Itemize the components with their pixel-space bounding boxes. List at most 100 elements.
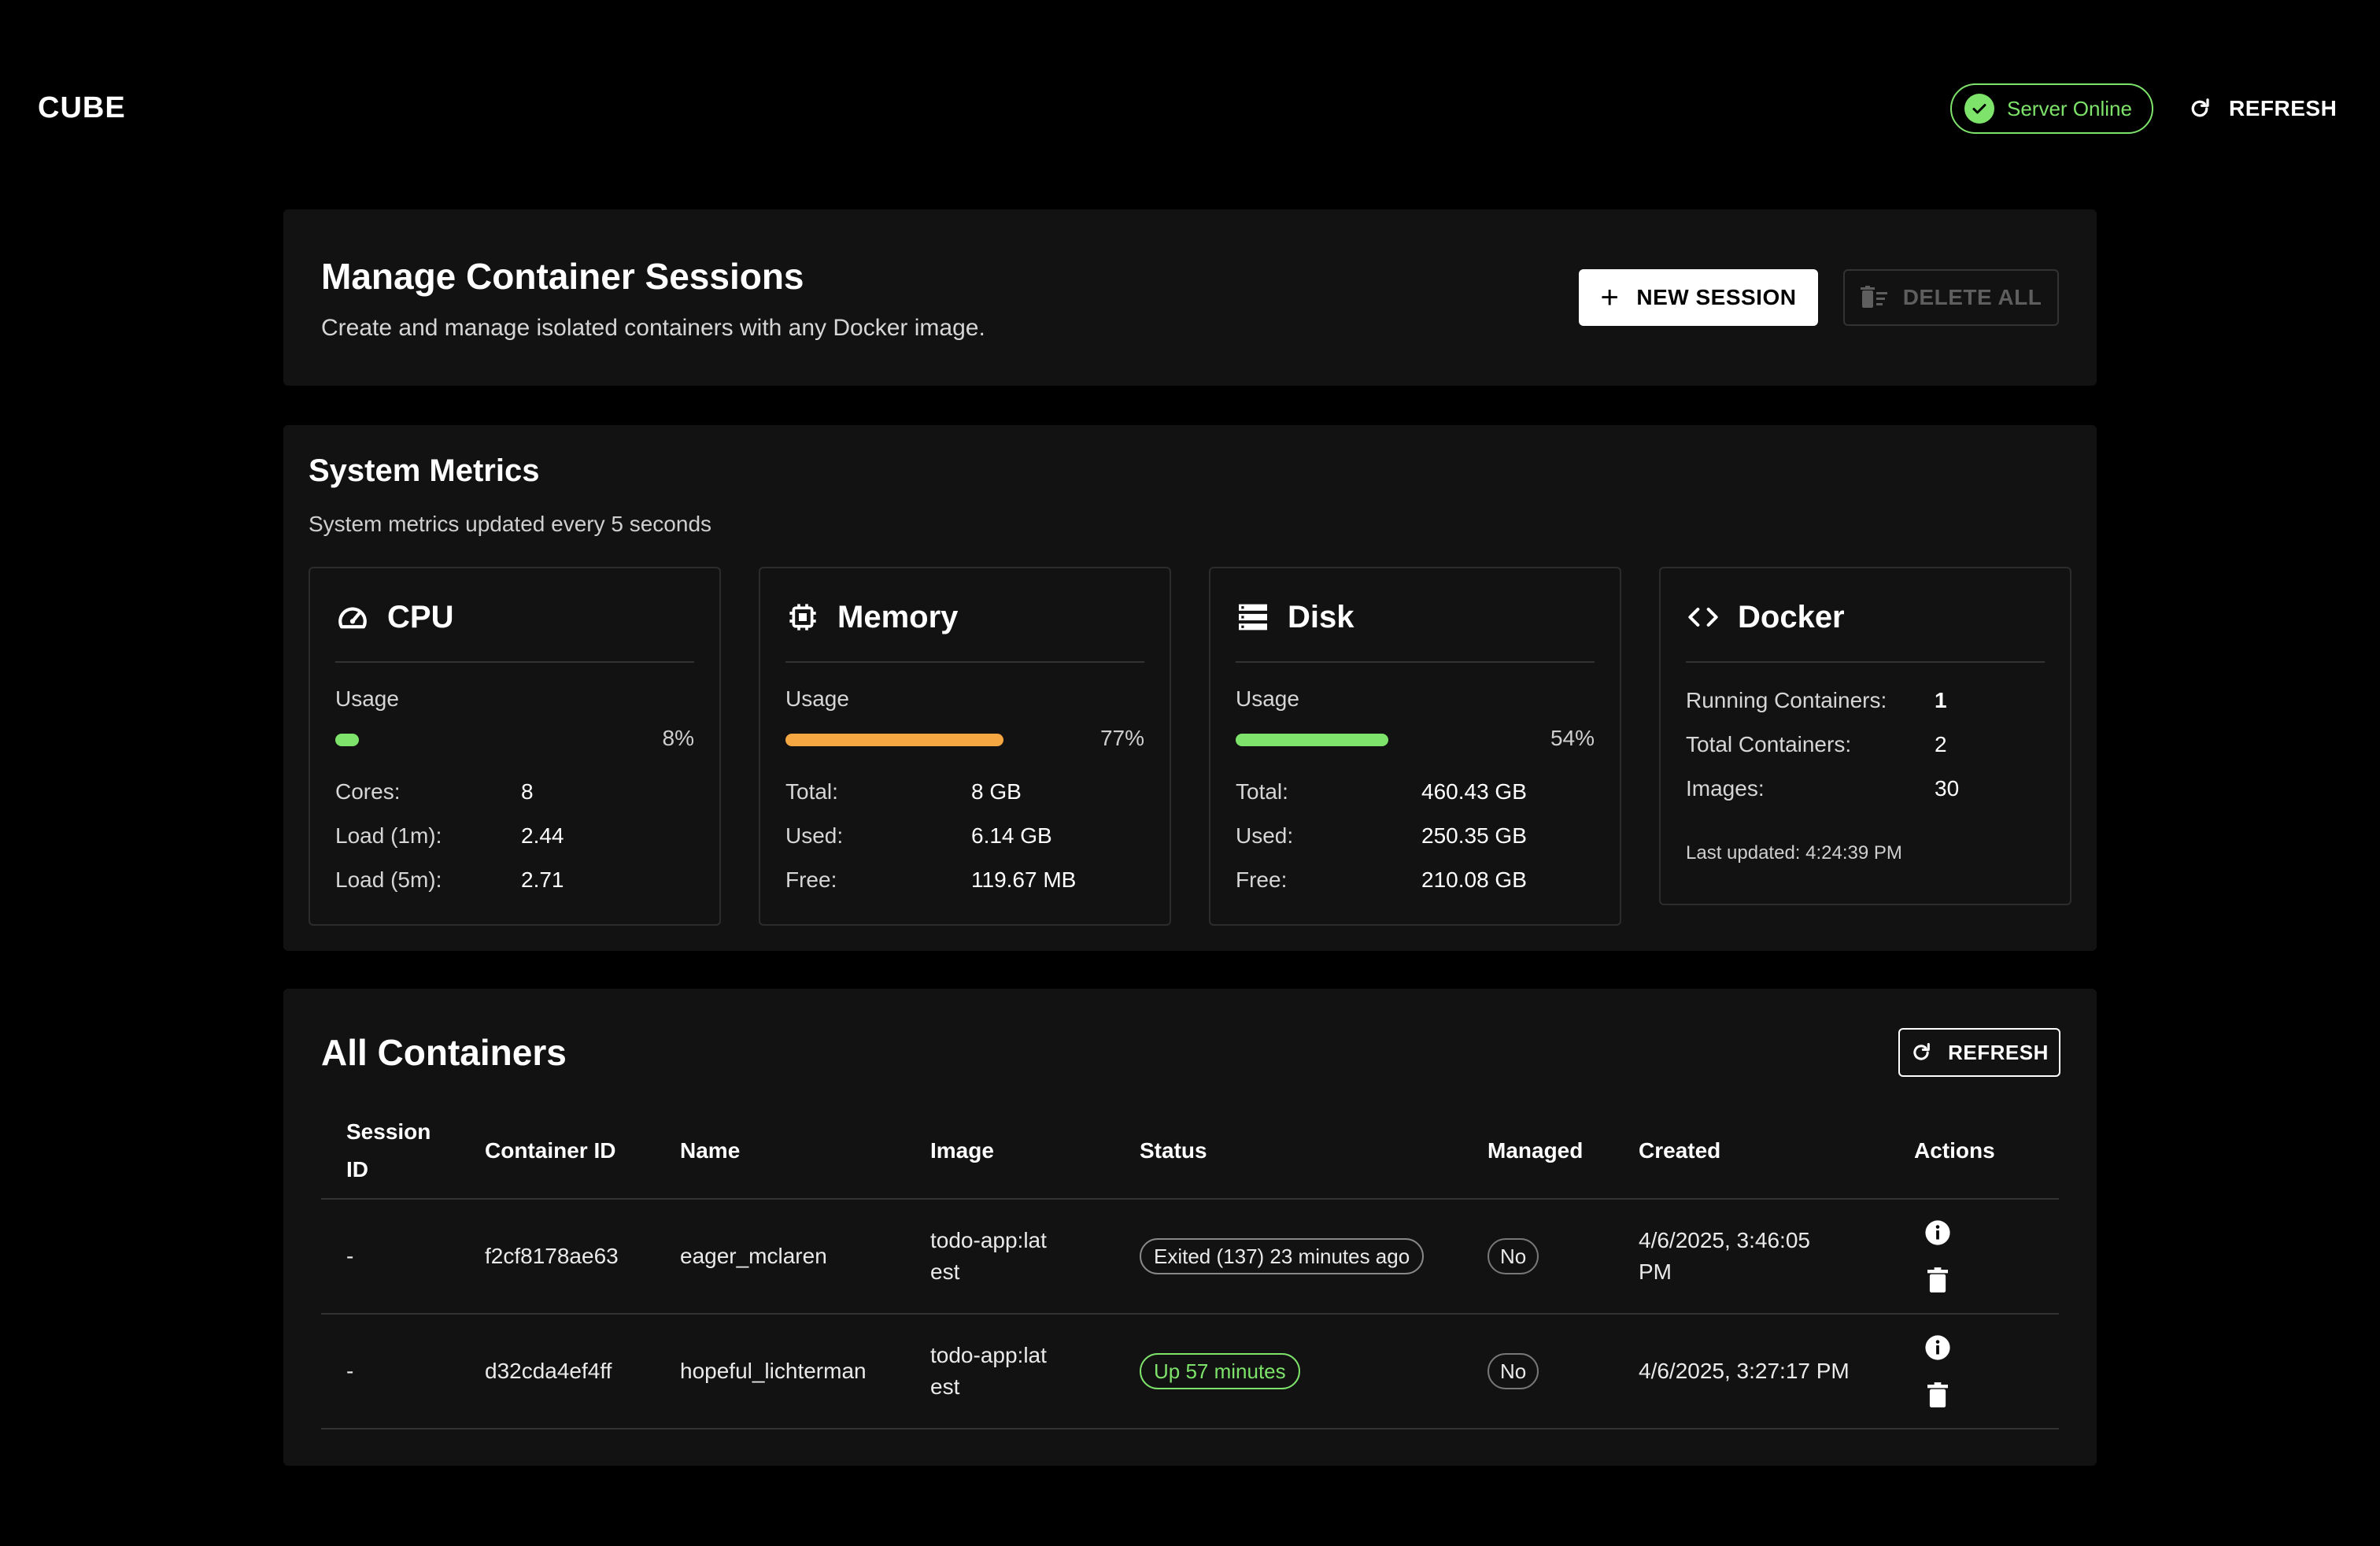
storage-icon: [1236, 600, 1270, 634]
containers-refresh-button[interactable]: REFRESH: [1898, 1028, 2060, 1077]
disk-metric-card: Disk Usage 54% Total: 460.43 GB Used: 250.…: [1209, 567, 1621, 926]
cell-name: eager_mclaren: [680, 1199, 930, 1315]
metric-value: 119.67 MB: [971, 867, 1077, 892]
table-header-row: Session ID Container ID Name Image Statu…: [321, 1104, 2059, 1200]
col-actions: Actions: [1914, 1104, 2059, 1200]
info-icon[interactable]: [1924, 1333, 1952, 1362]
col-status[interactable]: Status: [1140, 1104, 1488, 1200]
all-containers-card: All Containers REFRESH Session ID Contai…: [283, 989, 2097, 1466]
metric-key: Load (5m):: [335, 867, 442, 892]
cell-created: 4/6/2025, 3:46:05 PM: [1639, 1228, 1810, 1284]
cell-container-id: f2cf8178ae63: [485, 1199, 680, 1315]
info-icon[interactable]: [1924, 1219, 1952, 1247]
metric-key: Total:: [1236, 779, 1288, 804]
metric-value: 250.35 GB: [1421, 823, 1527, 848]
metric-key: Used:: [785, 823, 844, 848]
manage-sessions-title: Manage Container Sessions: [321, 256, 804, 297]
col-name[interactable]: Name: [680, 1104, 930, 1200]
managed-badge: No: [1488, 1238, 1539, 1274]
delete-all-button[interactable]: DELETE ALL: [1843, 269, 2059, 326]
metric-key: Free:: [1236, 867, 1288, 892]
server-status-label: Server Online: [2007, 96, 2132, 120]
col-image[interactable]: Image: [930, 1104, 1140, 1200]
metric-value: 8: [521, 779, 534, 804]
col-created[interactable]: Created: [1639, 1104, 1914, 1200]
metric-key: Free:: [785, 867, 837, 892]
memory-usage-bar: [785, 734, 1069, 746]
new-session-button[interactable]: + NEW SESSION: [1579, 269, 1818, 326]
disk-used-row: Used: 250.35 GB: [1236, 814, 1527, 858]
status-badge: Up 57 minutes: [1140, 1353, 1300, 1389]
col-session-id-label: Session ID: [346, 1119, 431, 1182]
docker-last-updated: Last updated: 4:24:39 PM: [1686, 842, 1902, 864]
refresh-icon: [1910, 1041, 1932, 1063]
cpu-metric-card: CPU Usage 8% Cores: 8 Load (1m): 2.44 Load…: [309, 567, 721, 926]
cpu-card-header: CPU: [335, 598, 694, 663]
manage-sessions-subtitle: Create and manage isolated containers wi…: [321, 315, 985, 341]
metric-key: Used:: [1236, 823, 1294, 848]
status-badge: Exited (137) 23 minutes ago: [1140, 1238, 1425, 1274]
memory-total-row: Total: 8 GB: [785, 770, 1076, 814]
docker-metric-card: Docker Running Containers: 1 Total Contai…: [1659, 567, 2071, 905]
system-metrics-card: System Metrics System metrics updated ev…: [283, 425, 2097, 951]
cpu-cores-row: Cores: 8: [335, 770, 564, 814]
disk-card-title: Disk: [1288, 600, 1354, 634]
delete-all-label: DELETE ALL: [1902, 285, 2042, 309]
docker-total-row: Total Containers: 2: [1686, 723, 1959, 767]
cpu-usage-label: Usage: [335, 686, 399, 711]
system-metrics-title: System Metrics: [309, 453, 540, 488]
cell-created: 4/6/2025, 3:27:17 PM: [1639, 1314, 1914, 1429]
new-session-label: NEW SESSION: [1636, 285, 1797, 309]
metric-value: 2.44: [521, 823, 564, 848]
col-container-id[interactable]: Container ID: [485, 1104, 680, 1200]
header-refresh-label: REFRESH: [2229, 96, 2338, 120]
system-metrics-subtitle: System metrics updated every 5 seconds: [309, 512, 712, 536]
cell-session-id: -: [321, 1314, 485, 1429]
disk-free-row: Free: 210.08 GB: [1236, 858, 1527, 902]
disk-usage-bar: [1236, 734, 1519, 746]
cpu-usage-bar: [335, 734, 619, 746]
metric-key: Load (1m):: [335, 823, 442, 848]
metric-value: 6.14 GB: [971, 823, 1052, 848]
metric-value: 210.08 GB: [1421, 867, 1527, 892]
memory-usage-bar-fill: [785, 734, 1004, 746]
cpu-load-5m-row: Load (5m): 2.71: [335, 858, 564, 902]
top-app-bar: CUBE Server Online REFRESH: [0, 0, 2380, 217]
speedometer-icon: [335, 600, 370, 634]
metric-value: 460.43 GB: [1421, 779, 1527, 804]
disk-card-header: Disk: [1236, 598, 1595, 663]
metric-key: Total:: [785, 779, 838, 804]
header-refresh-button[interactable]: REFRESH: [2188, 87, 2337, 131]
delete-sweep-icon: [1860, 286, 1887, 309]
metric-key: Total Containers:: [1686, 732, 1852, 756]
cell-name: hopeful_lichterman: [680, 1314, 930, 1429]
docker-card-title: Docker: [1738, 600, 1845, 634]
metric-value: 1: [1935, 688, 1947, 712]
cell-image: todo-app:latest: [930, 1343, 1047, 1399]
memory-usage-percent: 77%: [1099, 726, 1144, 750]
metric-key: Images:: [1686, 776, 1765, 801]
disk-usage-label: Usage: [1236, 686, 1299, 711]
col-session-id[interactable]: Session ID: [321, 1104, 485, 1200]
plus-icon: +: [1600, 280, 1620, 315]
metric-value: 30: [1935, 776, 1960, 801]
metric-value: 8 GB: [971, 779, 1022, 804]
cpu-usage-percent: 8%: [662, 726, 694, 750]
managed-badge: No: [1488, 1353, 1539, 1389]
disk-usage-percent: 54%: [1550, 726, 1595, 750]
trash-icon[interactable]: [1924, 1381, 1952, 1409]
chip-icon: [785, 600, 820, 634]
metric-value: 2: [1935, 732, 1947, 756]
all-containers-title: All Containers: [321, 1032, 567, 1073]
col-managed[interactable]: Managed: [1488, 1104, 1639, 1200]
server-status-badge: Server Online: [1950, 83, 2153, 134]
metric-key: Cores:: [335, 779, 401, 804]
metric-value: 2.71: [521, 867, 564, 892]
docker-card-header: Docker: [1686, 598, 2045, 663]
cell-session-id: -: [321, 1199, 485, 1315]
disk-total-row: Total: 460.43 GB: [1236, 770, 1527, 814]
cell-image: todo-app:latest: [930, 1228, 1047, 1284]
app-brand: CUBE: [38, 91, 126, 124]
memory-card-header: Memory: [785, 598, 1144, 663]
trash-icon[interactable]: [1924, 1266, 1952, 1294]
